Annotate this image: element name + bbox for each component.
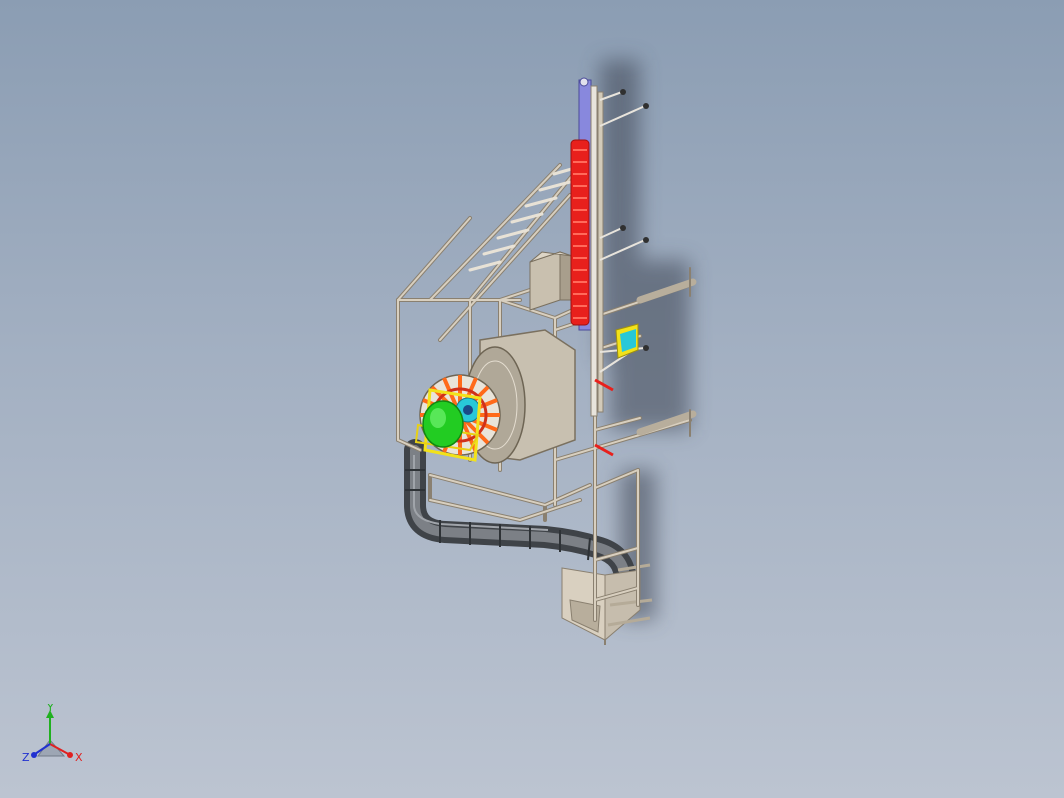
red-cylinder-stack[interactable] <box>570 139 590 326</box>
x-axis-arrow-icon <box>67 752 73 758</box>
cad-graphics-viewport[interactable]: Y X Z <box>0 0 1064 798</box>
green-impeller[interactable] <box>422 400 464 448</box>
view-orientation-triad[interactable]: Y X Z <box>18 704 88 768</box>
z-axis-label: Z <box>22 751 30 764</box>
z-axis-arrow-icon <box>31 752 37 758</box>
x-axis-label: X <box>75 751 83 764</box>
machine-assembly-model[interactable] <box>0 0 1064 798</box>
model-shadow <box>600 60 690 620</box>
y-axis-label: Y <box>46 704 54 714</box>
control-cabinet[interactable] <box>529 251 573 311</box>
